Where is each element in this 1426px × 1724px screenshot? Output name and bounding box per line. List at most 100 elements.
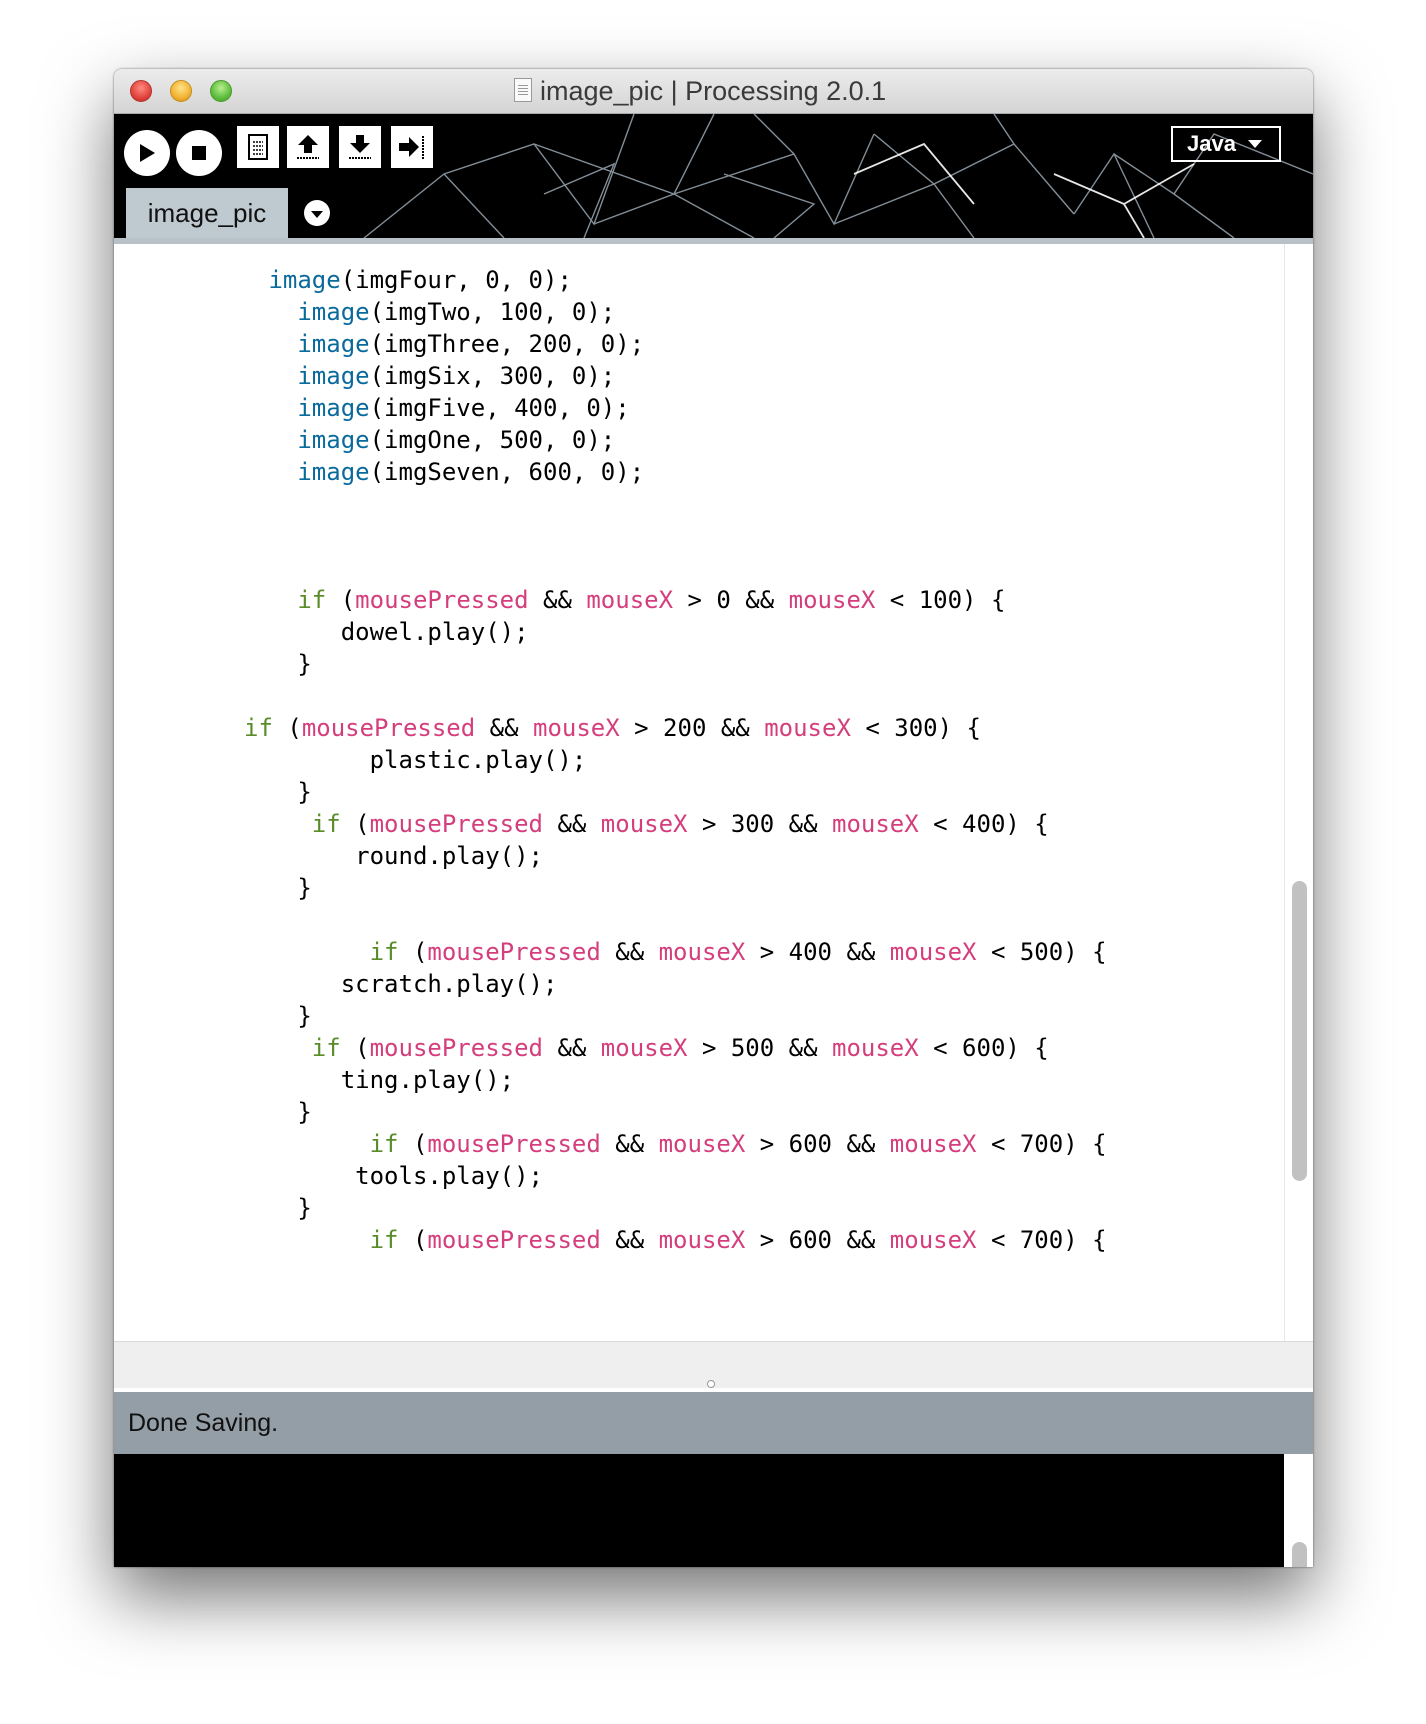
code-token-if: if	[311, 1034, 341, 1062]
code-line[interactable]: if (mousePressed && mouseX > 600 && mous…	[114, 1224, 1107, 1256]
code-token-if: if	[369, 938, 399, 966]
code-line[interactable]: if (mousePressed && mouseX > 300 && mous…	[114, 808, 1107, 840]
code-token-var: mousePressed	[427, 938, 601, 966]
new-sketch-button[interactable]	[237, 126, 279, 168]
code-token: &&	[600, 938, 659, 966]
export-button[interactable]	[391, 126, 433, 168]
stop-button[interactable]	[176, 130, 222, 176]
code-token: (imgSix, 300, 0);	[369, 362, 616, 390]
status-message: Done Saving.	[128, 1408, 279, 1437]
toolbar: Java image_pic	[114, 114, 1313, 238]
code-line[interactable]: scratch.play();	[114, 968, 1107, 1000]
code-token-var: mouseX	[832, 1034, 919, 1062]
code-token-var: mouseX	[533, 714, 620, 742]
code-editor[interactable]: image(imgFour, 0, 0); image(imgTwo, 100,…	[114, 244, 1284, 1341]
code-line[interactable]	[114, 904, 1107, 936]
code-line[interactable]: if (mousePressed && mouseX > 400 && mous…	[114, 936, 1107, 968]
code-line[interactable]	[114, 680, 1107, 712]
code-line[interactable]: round.play();	[114, 840, 1107, 872]
code-token: > 200 &&	[619, 714, 765, 742]
console-scrollbar-thumb[interactable]	[1292, 1542, 1307, 1567]
code-line[interactable]: if (mousePressed && mouseX > 200 && mous…	[114, 712, 1107, 744]
code-token: (imgSeven, 600, 0);	[369, 458, 645, 486]
code-line[interactable]: if (mousePressed && mouseX > 600 && mous…	[114, 1128, 1107, 1160]
code-line[interactable]	[114, 552, 1107, 584]
code-token: &&	[600, 1130, 659, 1158]
code-line[interactable]: image(imgThree, 200, 0);	[114, 328, 1107, 360]
code-line[interactable]: tools.play();	[114, 1160, 1107, 1192]
code-token: < 500) {	[976, 938, 1107, 966]
code-line[interactable]: image(imgTwo, 100, 0);	[114, 296, 1107, 328]
code-token-fn: image	[268, 266, 341, 294]
code-text[interactable]: image(imgFour, 0, 0); image(imgTwo, 100,…	[114, 264, 1107, 1256]
code-token: (imgFour, 0, 0);	[340, 266, 572, 294]
minimize-window-button[interactable]	[170, 80, 192, 102]
code-token-var: mouseX	[600, 810, 688, 838]
code-token: (	[272, 714, 302, 742]
code-token: > 600 &&	[745, 1226, 890, 1254]
save-button[interactable]	[339, 126, 381, 168]
code-token-fn: image	[297, 394, 370, 422]
run-icon	[140, 144, 155, 162]
status-bar: Done Saving.	[114, 1392, 1313, 1454]
code-token: > 500 &&	[687, 1034, 832, 1062]
code-token-if: if	[369, 1130, 399, 1158]
tab-menu-button[interactable]	[304, 200, 330, 226]
run-button[interactable]	[124, 130, 170, 176]
open-button[interactable]	[287, 126, 329, 168]
code-line[interactable]: }	[114, 1192, 1107, 1224]
code-token: }	[254, 778, 312, 806]
code-line[interactable]: if (mousePressed && mouseX > 500 && mous…	[114, 1032, 1107, 1064]
code-line[interactable]: image(imgSeven, 600, 0);	[114, 456, 1107, 488]
code-token-var: mousePressed	[427, 1130, 601, 1158]
chevron-down-icon	[311, 210, 323, 218]
open-icon	[297, 135, 319, 159]
zoom-window-button[interactable]	[210, 80, 232, 102]
code-line[interactable]	[114, 520, 1107, 552]
code-line[interactable]: }	[114, 1096, 1107, 1128]
mode-selector[interactable]: Java	[1171, 126, 1281, 162]
code-line[interactable]: image(imgFour, 0, 0);	[114, 264, 1107, 296]
code-line[interactable]: image(imgOne, 500, 0);	[114, 424, 1107, 456]
code-token-fn: image	[297, 426, 370, 454]
code-line[interactable]: image(imgFive, 400, 0);	[114, 392, 1107, 424]
close-window-button[interactable]	[130, 80, 152, 102]
code-token: (	[326, 586, 356, 614]
code-token-var: mousePressed	[301, 714, 476, 742]
code-token-if: if	[244, 714, 273, 742]
code-token: < 600) {	[918, 1034, 1049, 1062]
code-line[interactable]: plastic.play();	[114, 744, 1107, 776]
code-line[interactable]	[114, 488, 1107, 520]
editor-scrollbar-thumb[interactable]	[1292, 881, 1307, 1181]
code-token-var: mouseX	[889, 938, 977, 966]
code-token-var: mouseX	[658, 938, 746, 966]
code-line[interactable]: if (mousePressed && mouseX > 0 && mouseX…	[114, 584, 1107, 616]
code-token: &&	[543, 810, 601, 838]
code-token: tools.play();	[254, 1162, 543, 1190]
tab-image-pic[interactable]: image_pic	[126, 188, 288, 238]
title-bar: image_pic | Processing 2.0.1	[114, 69, 1313, 114]
code-line[interactable]: ting.play();	[114, 1064, 1107, 1096]
code-line[interactable]: }	[114, 1000, 1107, 1032]
splitter-handle[interactable]	[707, 1380, 715, 1388]
code-line[interactable]: image(imgSix, 300, 0);	[114, 360, 1107, 392]
console-area[interactable]	[114, 1454, 1284, 1567]
code-token: dowel.play();	[254, 618, 529, 646]
code-token-if: if	[297, 586, 327, 614]
editor-scrollbar-track[interactable]	[1284, 244, 1313, 1364]
mode-label: Java	[1187, 131, 1236, 156]
code-token-fn: image	[297, 458, 370, 486]
code-line[interactable]: }	[114, 872, 1107, 904]
code-token: }	[254, 874, 312, 902]
code-token: }	[254, 1194, 312, 1222]
code-line[interactable]: dowel.play();	[114, 616, 1107, 648]
code-token: < 400) {	[918, 810, 1049, 838]
code-token: > 400 &&	[745, 938, 890, 966]
code-token: &&	[528, 586, 587, 614]
code-line[interactable]: }	[114, 648, 1107, 680]
code-token: (imgTwo, 100, 0);	[369, 298, 616, 326]
code-token: (imgFive, 400, 0);	[369, 394, 630, 422]
code-token: (imgThree, 200, 0);	[369, 330, 645, 358]
code-line[interactable]: }	[114, 776, 1107, 808]
code-token-var: mouseX	[600, 1034, 688, 1062]
